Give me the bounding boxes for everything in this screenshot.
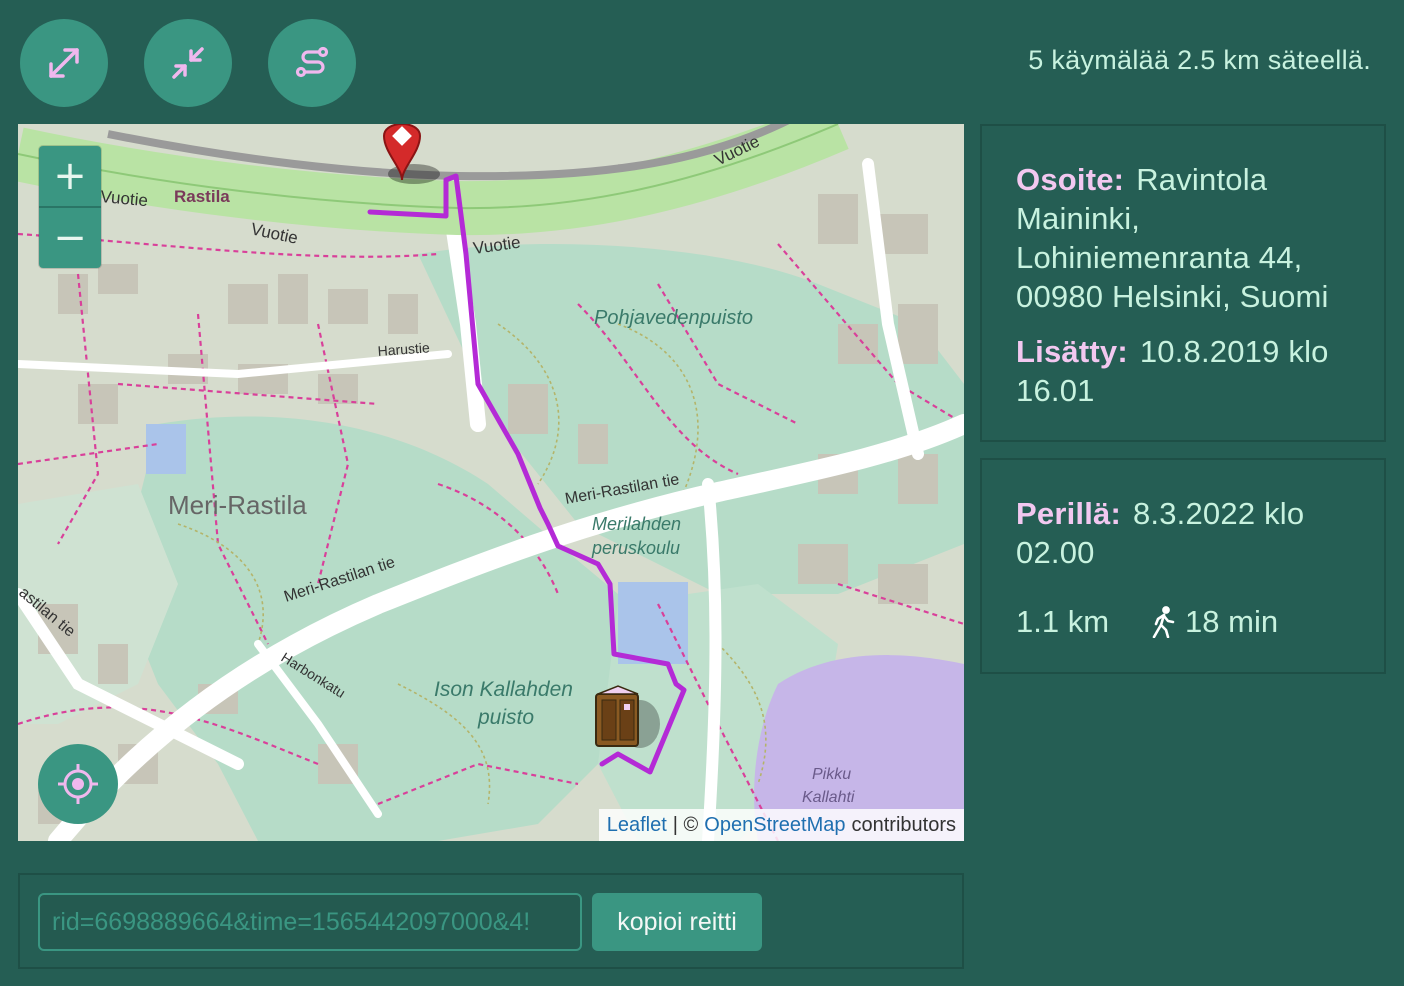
label-peruskoulu: peruskoulu bbox=[591, 538, 680, 558]
copy-route-button[interactable]: kopioi reitti bbox=[592, 893, 762, 951]
address-block: Osoite: Ravintola Maininki, Lohiniemenran… bbox=[1016, 160, 1364, 316]
distance-row: 1.1 km 18 min bbox=[1016, 604, 1364, 640]
expand-button[interactable] bbox=[20, 19, 108, 107]
label-ison-kallahden: Ison Kallahden bbox=[434, 678, 573, 701]
label-pohjavedenpuisto: Pohjavedenpuisto bbox=[594, 307, 753, 329]
arrival-panel: Perillä: 8.3.2022 klo 02.00 1.1 km 18 min bbox=[980, 458, 1386, 674]
locate-button[interactable] bbox=[38, 744, 118, 824]
map-attribution: Leaflet | © OpenStreetMap contributors bbox=[598, 809, 964, 841]
osm-link[interactable]: OpenStreetMap bbox=[704, 814, 845, 837]
toilet-info-panel: Osoite: Ravintola Maininki, Lohiniemenran… bbox=[980, 124, 1386, 442]
arrival-label: Perillä: bbox=[1016, 496, 1121, 531]
address-label: Osoite: bbox=[1016, 162, 1125, 197]
expand-arrows-icon bbox=[49, 48, 79, 78]
route-url-input[interactable] bbox=[38, 893, 582, 951]
zoom-out-button[interactable]: − bbox=[39, 208, 101, 268]
toilet-count-status: 5 käymälää 2.5 km säteellä. bbox=[1028, 45, 1371, 75]
added-label: Lisätty: bbox=[1016, 334, 1128, 369]
label-kallahti: Kallahti bbox=[802, 789, 855, 806]
attribution-contributors: contributors bbox=[851, 813, 957, 836]
shrink-arrows-icon bbox=[172, 47, 204, 79]
map-tiles: Rastila Vuotie Vuotie Vuotie Vuotie Haru… bbox=[18, 124, 964, 841]
arrival-line-2: 02.00 bbox=[1016, 535, 1095, 570]
duration-value: 18 min bbox=[1185, 604, 1279, 639]
crosshair-icon bbox=[58, 764, 98, 804]
label-merilahden: Merilahden bbox=[592, 514, 681, 534]
address-line-3: Lohiniemenranta 44, bbox=[1016, 240, 1303, 275]
arrival-line-1: 8.3.2022 klo bbox=[1132, 496, 1305, 531]
address-line-4: 00980 Helsinki, Suomi bbox=[1016, 279, 1329, 314]
route-icon bbox=[295, 46, 329, 78]
app-root: 5 käymälää 2.5 km säteellä. Rastila Vuot… bbox=[0, 0, 1404, 986]
added-block: Lisätty: 10.8.2019 klo 16.01 bbox=[1016, 332, 1364, 410]
zoom-in-button[interactable]: + bbox=[39, 146, 101, 208]
added-line-1: 10.8.2019 klo bbox=[1139, 334, 1329, 369]
shrink-button[interactable] bbox=[144, 19, 232, 107]
address-line-1: Ravintola bbox=[1136, 162, 1268, 197]
label-rastila: Rastila bbox=[174, 187, 230, 206]
added-line-2: 16.01 bbox=[1016, 373, 1095, 408]
attribution-separator: | © bbox=[672, 813, 699, 836]
walk-duration: 18 min bbox=[1149, 604, 1278, 640]
address-line-2: Maininki, bbox=[1016, 201, 1141, 236]
label-pikku: Pikku bbox=[812, 766, 851, 783]
map-view[interactable]: Rastila Vuotie Vuotie Vuotie Vuotie Haru… bbox=[18, 124, 964, 841]
walking-person-icon bbox=[1152, 606, 1175, 638]
route-button[interactable] bbox=[268, 19, 356, 107]
label-puisto: puisto bbox=[477, 706, 534, 729]
route-share-panel: kopioi reitti bbox=[18, 873, 964, 969]
leaflet-link[interactable]: Leaflet bbox=[607, 814, 667, 837]
zoom-control: + − bbox=[39, 146, 101, 268]
distance-value: 1.1 km bbox=[1016, 604, 1110, 639]
label-meri-rastila: Meri-Rastila bbox=[168, 490, 307, 520]
